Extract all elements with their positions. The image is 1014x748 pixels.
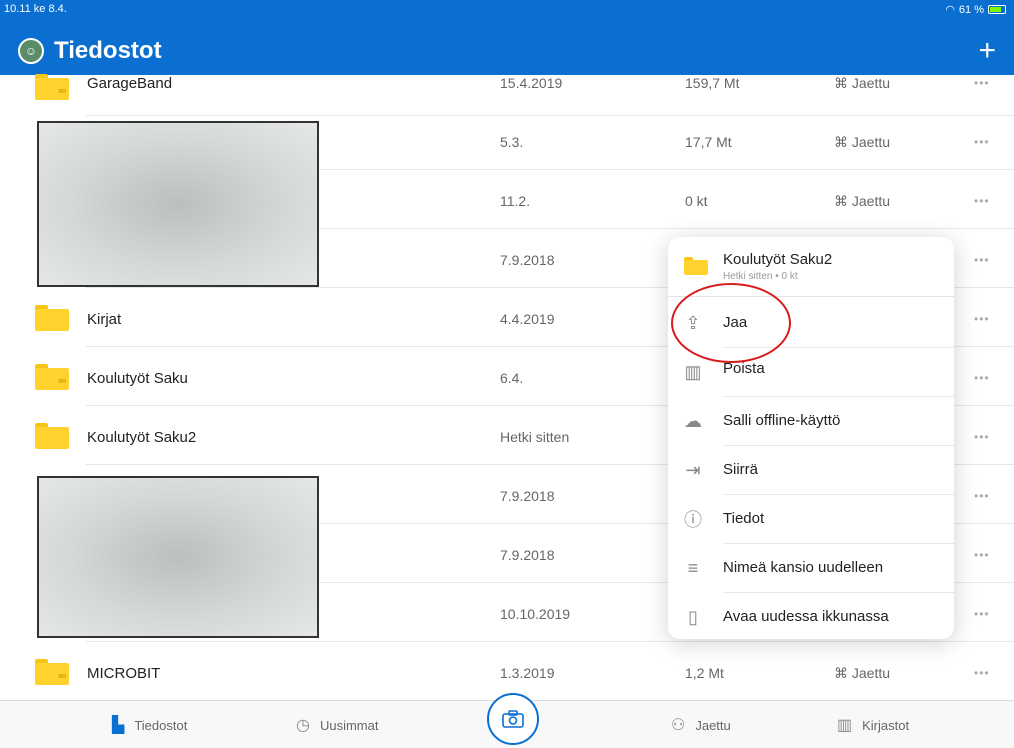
item-size: 0 kt [685,193,708,209]
menu-item-label: Siirrä [723,461,759,478]
menu-item-new-window[interactable]: ▯ Avaa uudessa ikkunassa [668,593,954,642]
more-button[interactable]: ••• [974,666,990,680]
more-button[interactable]: ••• [974,135,990,149]
people-icon: ⚇ [671,717,686,734]
more-button[interactable]: ••• [974,194,990,208]
more-button[interactable]: ••• [974,607,990,621]
battery-percent: 61 % [958,3,984,16]
tab-recent[interactable]: ◷ Uusimmat [296,715,378,735]
more-button[interactable]: ••• [974,312,990,326]
item-shared: ⌘ Jaettu [834,134,891,150]
more-button[interactable]: ••• [974,430,990,444]
item-date: 7.9.2018 [500,488,555,504]
item-date: Hetki sitten [500,429,570,445]
tab-shared[interactable]: ⚇ Jaettu [671,715,731,735]
camera-button[interactable] [487,693,539,745]
new-window-icon: ▯ [688,606,698,627]
folder-icon [35,305,69,331]
item-date: 11.2. [500,193,531,209]
tab-label: Tiedostot [134,717,188,733]
more-button[interactable]: ••• [974,548,990,562]
shared-folder-icon: ᴿᴿ [35,74,69,100]
more-button[interactable]: ••• [974,371,990,385]
item-shared: ⌘ Jaettu [834,75,891,91]
folder-icon [684,257,708,275]
library-icon: ▥ [837,717,853,734]
menu-item-label: Tiedot [723,510,765,527]
item-date: 5.3. [500,134,524,150]
item-size: 17,7 Mt [685,134,732,150]
menu-item-rename[interactable]: ≡ Nimeä kansio uudelleen [668,544,954,593]
item-shared: ⌘ Jaettu [834,193,891,209]
item-size: 159,7 Mt [685,75,740,91]
cloud-download-icon: ☁ [684,410,702,431]
item-name: Koulutyöt Saku2 [87,429,197,446]
tab-files[interactable]: ▙ Tiedostot [112,715,187,735]
item-date: 15.4.2019 [500,75,563,91]
menu-item-label: Avaa uudessa ikkunassa [723,608,889,625]
tab-label: Kirjastot [862,717,910,733]
menu-item-label: Nimeä kansio uudelleen [723,559,884,576]
more-button[interactable]: ••• [974,253,990,267]
item-name: Kirjat [87,311,122,328]
item-date: 4.4.2019 [500,311,555,327]
info-icon: ⓘ [684,510,702,530]
clock-icon: ◷ [296,717,310,734]
move-icon: ⇥ [685,459,701,480]
item-date: 7.9.2018 [500,547,555,563]
menu-item-move[interactable]: ⇥ Siirrä [668,446,954,495]
folder-icon [35,423,69,449]
status-time: 10.11 ke 8.4. [4,3,67,15]
trash-icon: ▥ [684,361,702,382]
item-date: 7.9.2018 [500,252,555,268]
tab-libraries[interactable]: ▥ Kirjastot [837,715,909,735]
tab-label: Jaettu [695,717,731,733]
camera-icon [502,710,524,728]
menu-item-info[interactable]: ⓘ Tiedot [668,495,954,544]
list-item[interactable]: ᴿᴿ GarageBand 15.4.2019 159,7 Mt ⌘ Jaett… [0,58,1014,116]
more-button[interactable]: ••• [974,489,990,503]
shared-folder-icon: ᴿᴿ [35,364,69,390]
redacted-region [37,121,319,287]
item-date: 6.4. [500,370,524,386]
more-button[interactable]: ••• [974,76,990,90]
item-name: Koulutyöt Saku [87,370,188,387]
item-name: GarageBand [87,75,173,92]
tab-label: Uusimmat [319,717,379,733]
shared-folder-icon: ᴿᴿ [35,659,69,685]
menu-item-label: Salli offline-käyttö [723,412,841,429]
list-item[interactable]: ᴿᴿ MICROBIT 1.3.2019 1,2 Mt ⌘ Jaettu ••• [0,643,1014,701]
item-size: 1,2 Mt [685,665,724,681]
item-name: MICROBIT [87,665,161,682]
status-indicators: ◠ 61 % [945,3,1006,16]
highlight-circle [671,283,791,363]
menu-item-offline[interactable]: ☁ Salli offline-käyttö [668,397,954,446]
status-bar: 10.11 ke 8.4. ◠ 61 % [0,0,1014,18]
file-icon: ▙ [112,717,125,734]
context-menu-subtitle: Hetki sitten • 0 kt [723,271,798,282]
item-date: 10.10.2019 [500,606,571,622]
rename-icon: ≡ [687,557,699,578]
item-date: 1.3.2019 [500,665,555,681]
item-shared: ⌘ Jaettu [834,665,891,681]
redacted-region [37,476,319,638]
wifi-icon: ◠ [945,4,955,16]
battery-icon [988,5,1006,14]
context-menu-title: Koulutyöt Saku2 [723,251,833,268]
